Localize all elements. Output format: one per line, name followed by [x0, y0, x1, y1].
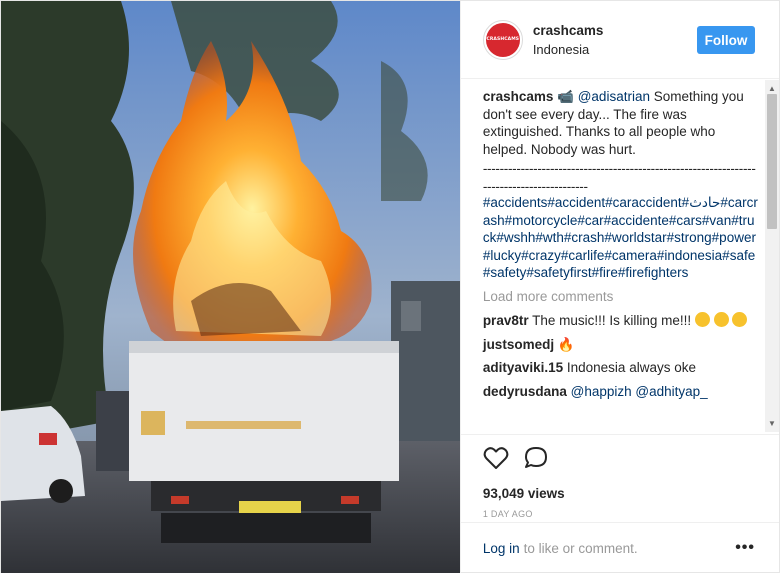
- comment-author[interactable]: justsomedj: [483, 337, 554, 352]
- scroll-up-arrow-icon[interactable]: ▲: [768, 84, 776, 93]
- camera-emoji: 📹: [557, 89, 574, 104]
- caption-author[interactable]: crashcams: [483, 89, 554, 104]
- instagram-post-embed: CRASHCAMS crashcams Indonesia Follow cra…: [0, 0, 780, 573]
- tears-of-joy-emoji: [694, 312, 710, 327]
- login-bar: Log in to like or comment. •••: [460, 522, 779, 573]
- comment-item: prav8tr The music!!! Is killing me!!!: [483, 312, 759, 330]
- video-frame-image: [1, 1, 460, 573]
- post-header: CRASHCAMS crashcams Indonesia Follow: [460, 1, 779, 79]
- login-link[interactable]: Log in: [483, 541, 520, 556]
- username-link[interactable]: crashcams: [533, 23, 604, 38]
- comment-item: justsomedj 🔥: [483, 336, 759, 354]
- user-block: crashcams Indonesia: [533, 23, 604, 57]
- comment-text: Indonesia always oke: [566, 360, 696, 375]
- fire-emoji: 🔥: [557, 336, 575, 352]
- location-link[interactable]: Indonesia: [533, 42, 604, 57]
- comments-list: crashcams 📹 @adisatrian Something you do…: [461, 80, 779, 432]
- follow-button[interactable]: Follow: [697, 26, 755, 54]
- scrollbar-thumb[interactable]: [767, 94, 777, 229]
- comment-author[interactable]: prav8tr: [483, 313, 529, 328]
- heart-icon[interactable]: [483, 446, 509, 473]
- caption-mention[interactable]: @adisatrian: [578, 89, 650, 104]
- load-more-comments-button[interactable]: Load more comments: [483, 288, 759, 306]
- comment-text: The music!!! Is killing me!!!: [532, 313, 692, 328]
- action-icons: [483, 445, 757, 473]
- post-side-panel: CRASHCAMS crashcams Indonesia Follow cra…: [459, 1, 779, 573]
- comment-item: dedyrusdana @happizh @adhityap_: [483, 383, 759, 401]
- caption-hashtags[interactable]: #accidents#accident#caraccident#حادث#car…: [483, 194, 759, 282]
- avatar-logo-text: CRASHCAMS: [486, 37, 520, 42]
- login-prompt-text: to like or comment.: [523, 541, 638, 556]
- post-video[interactable]: [1, 1, 460, 573]
- comment-author[interactable]: dedyrusdana: [483, 384, 567, 399]
- view-count[interactable]: 93,049 views: [483, 486, 757, 501]
- caption: crashcams 📹 @adisatrian Something you do…: [483, 88, 759, 282]
- scroll-down-arrow-icon[interactable]: ▼: [768, 419, 776, 428]
- comment-item: adityaviki.15 Indonesia always oke: [483, 359, 759, 377]
- post-date[interactable]: 1 DAY AGO: [483, 509, 757, 519]
- post-actions: 93,049 views 1 DAY AGO: [460, 434, 779, 527]
- tears-of-joy-emoji: [732, 312, 748, 327]
- comment-mention[interactable]: @adhityap_: [635, 384, 707, 399]
- comments-scrollbar[interactable]: ▲ ▼: [765, 80, 779, 432]
- caption-divider: ----------------------------------------…: [482, 161, 756, 194]
- comment-icon[interactable]: [523, 446, 549, 473]
- tears-of-joy-emoji: [713, 312, 729, 327]
- more-options-icon[interactable]: •••: [735, 539, 755, 557]
- avatar[interactable]: CRASHCAMS: [482, 19, 523, 60]
- comment-author[interactable]: adityaviki.15: [483, 360, 563, 375]
- comment-mention[interactable]: @happizh: [571, 384, 632, 399]
- avatar-image: CRASHCAMS: [485, 22, 520, 57]
